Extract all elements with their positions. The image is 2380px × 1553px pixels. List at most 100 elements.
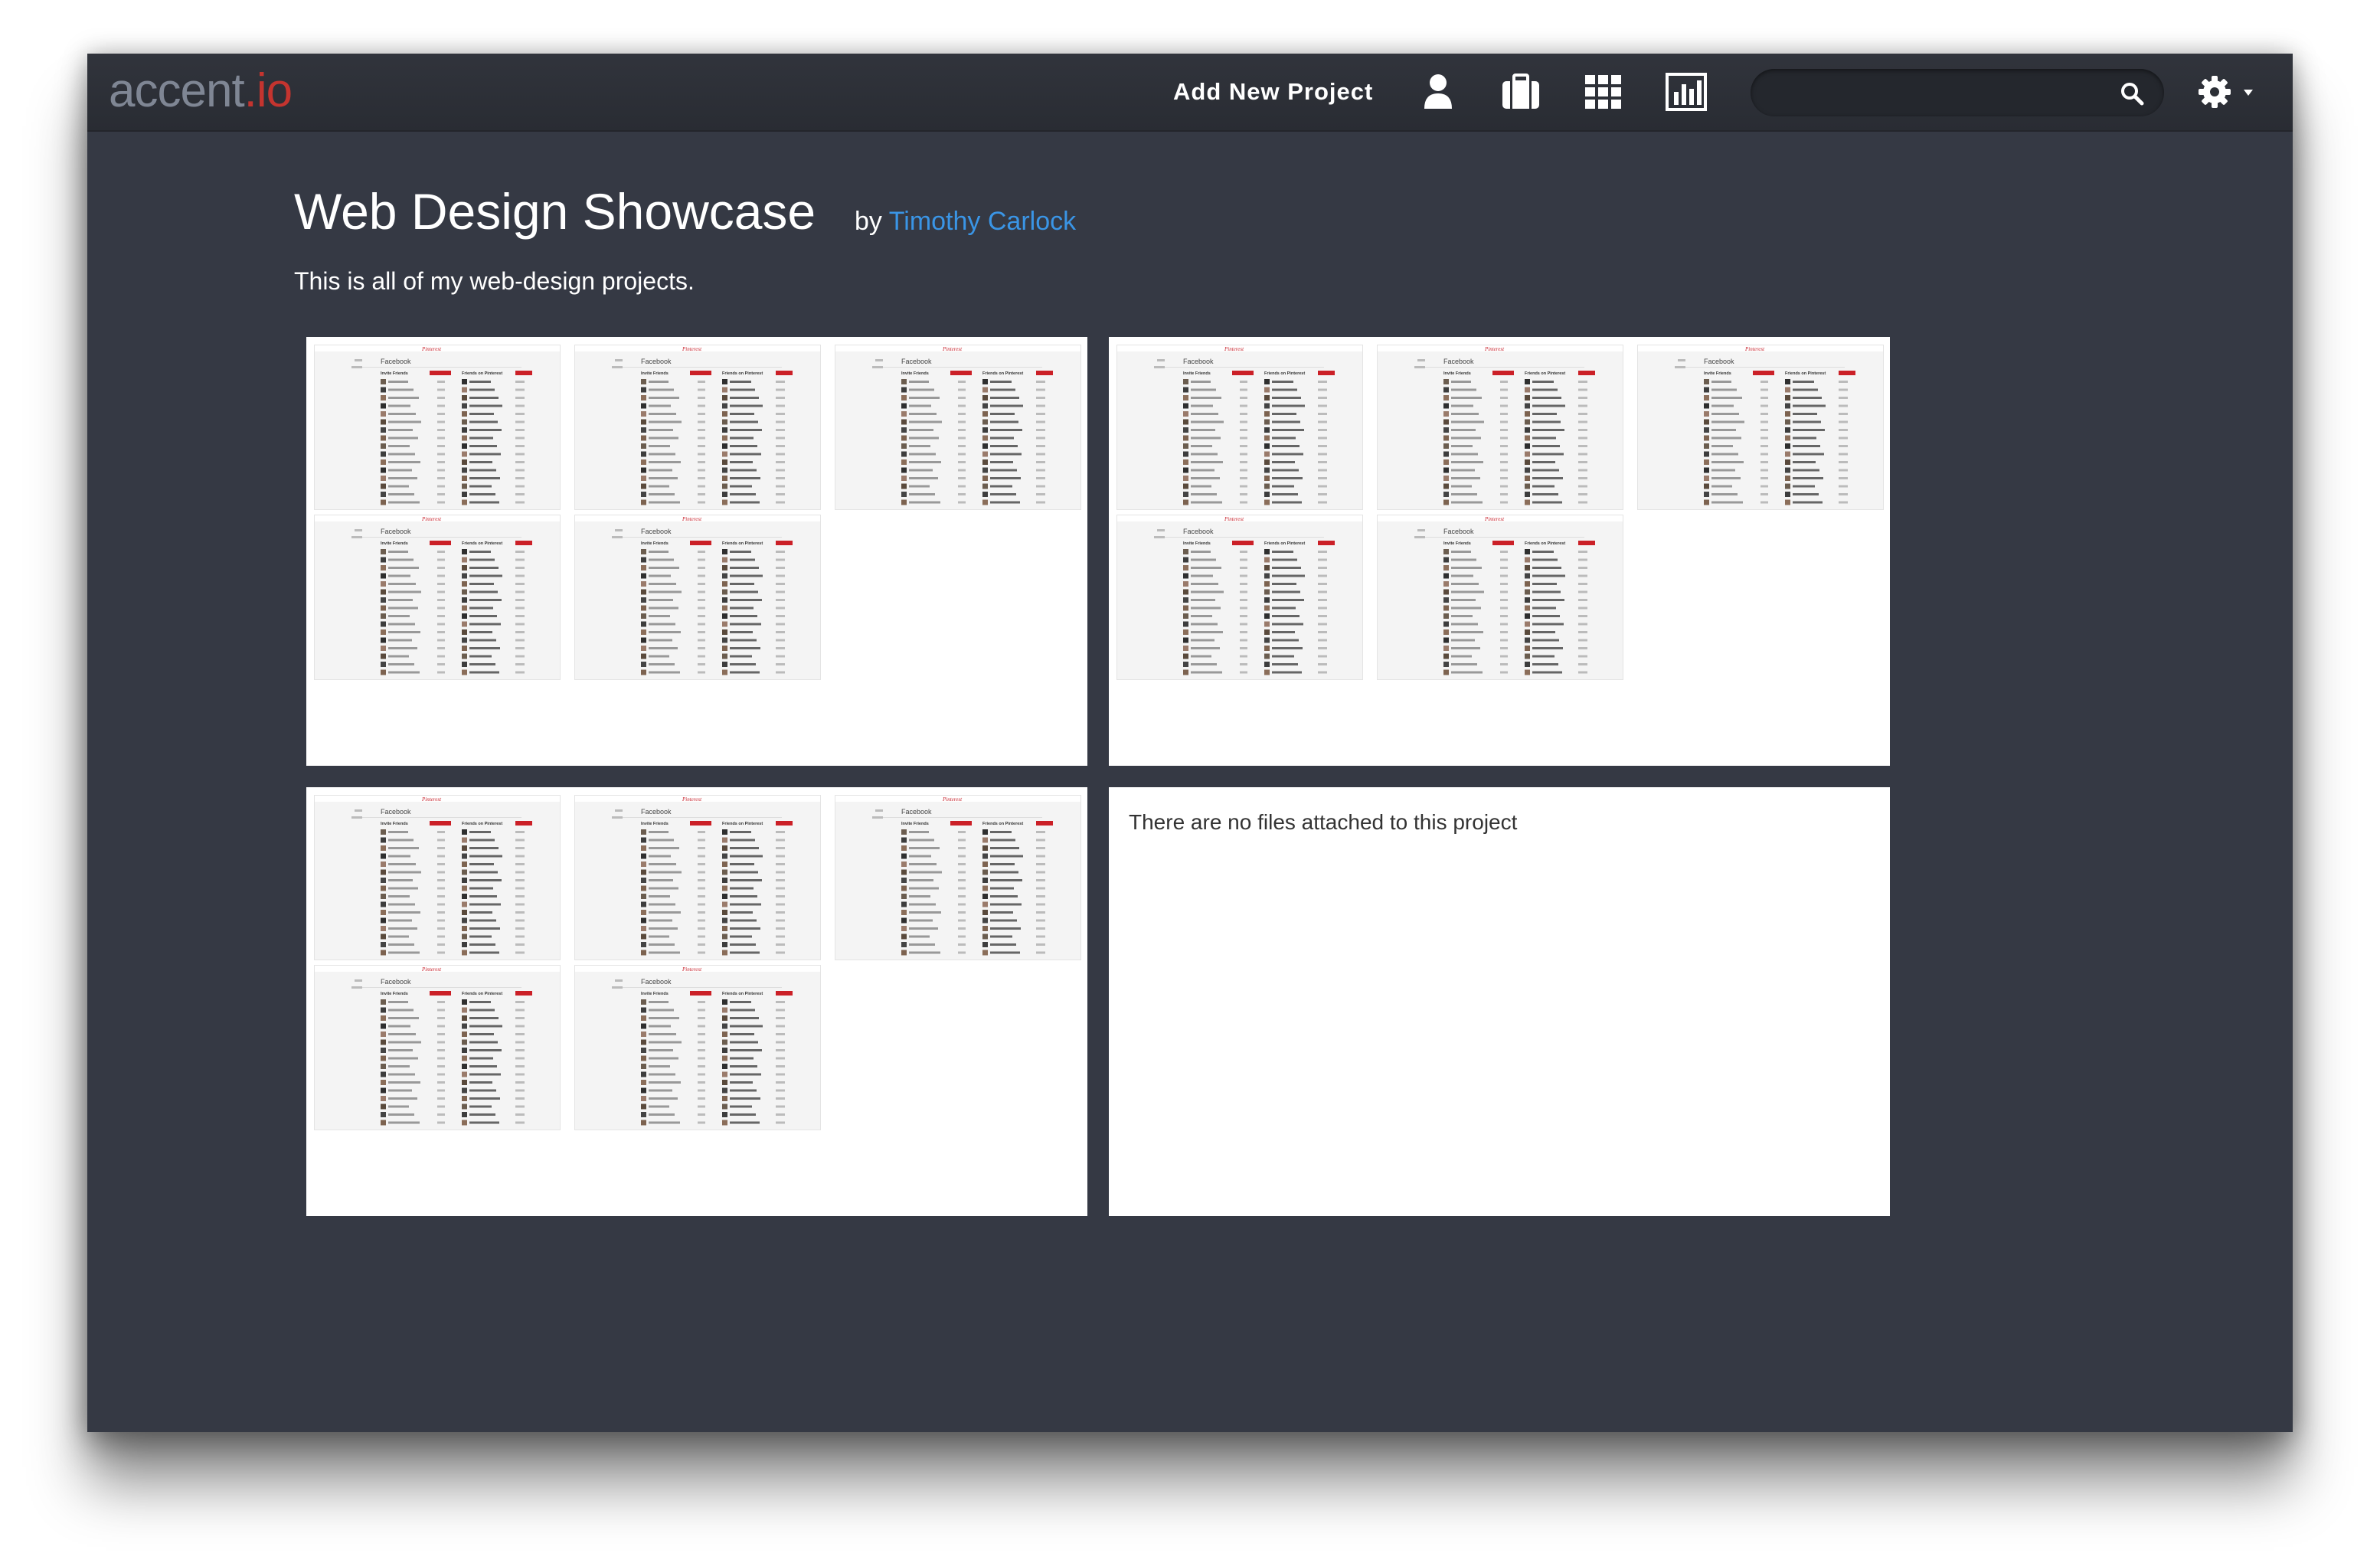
project-thumbnail[interactable]: Pinterest Facebook Invite Friends Friends o…	[314, 515, 561, 680]
project-thumbnail[interactable]: Pinterest Facebook Invite Friends Friends o…	[574, 345, 821, 510]
project-card-empty[interactable]: There are no files attached to this proj…	[1109, 787, 1890, 1216]
svg-text:Friends on Pinterest: Friends on Pinterest	[722, 371, 763, 376]
svg-text:Facebook: Facebook	[641, 358, 672, 365]
svg-text:Pinterest: Pinterest	[682, 346, 702, 352]
project-thumbnail[interactable]: Pinterest Facebook Invite Friends Friends o…	[314, 965, 561, 1130]
svg-text:Facebook: Facebook	[1704, 358, 1734, 365]
byline: by Timothy Carlock	[855, 204, 1076, 239]
svg-text:Invite Friends: Invite Friends	[381, 371, 408, 376]
svg-text:Invite Friends: Invite Friends	[1443, 541, 1471, 546]
project-thumbnail[interactable]: Pinterest Facebook Invite Friends Friends o…	[1116, 515, 1363, 680]
project-thumbnail[interactable]: Pinterest Facebook Invite Friends Friends o…	[835, 345, 1081, 510]
project-thumbnail[interactable]: Pinterest Facebook Invite Friends Friends o…	[574, 965, 821, 1130]
svg-text:Facebook: Facebook	[1183, 358, 1214, 365]
empty-project-message: There are no files attached to this proj…	[1129, 810, 1518, 834]
svg-text:Friends on Pinterest: Friends on Pinterest	[1264, 541, 1305, 546]
svg-text:Invite Friends: Invite Friends	[901, 371, 929, 376]
svg-text:Pinterest: Pinterest	[421, 516, 442, 522]
svg-text:Pinterest: Pinterest	[1224, 346, 1244, 352]
svg-text:Pinterest: Pinterest	[942, 346, 963, 352]
svg-text:Facebook: Facebook	[381, 808, 411, 816]
svg-text:Invite Friends: Invite Friends	[641, 992, 669, 996]
svg-text:Invite Friends: Invite Friends	[641, 371, 669, 376]
project-thumbnail[interactable]: Pinterest Facebook Invite Friends Friends o…	[314, 345, 561, 510]
svg-text:Invite Friends: Invite Friends	[641, 541, 669, 546]
svg-text:Invite Friends: Invite Friends	[381, 992, 408, 996]
briefcase-icon[interactable]	[1499, 72, 1542, 112]
svg-text:Friends on Pinterest: Friends on Pinterest	[1785, 371, 1826, 376]
project-thumbnail[interactable]: Pinterest Facebook Invite Friends Friends o…	[1637, 345, 1884, 510]
logo[interactable]: accent.io	[109, 64, 293, 117]
page-description: This is all of my web-design projects.	[294, 267, 695, 295]
logo-tld: .io	[244, 64, 293, 117]
svg-text:Pinterest: Pinterest	[421, 966, 442, 973]
byline-prefix: by	[855, 207, 882, 236]
add-new-project-link[interactable]: Add New Project	[1173, 77, 1373, 107]
svg-text:Facebook: Facebook	[901, 808, 932, 816]
project-thumbnail[interactable]: Pinterest Facebook Invite Friends Friends o…	[574, 515, 821, 680]
user-icon[interactable]	[1417, 72, 1460, 112]
page-title: Web Design Showcase	[294, 183, 816, 240]
svg-text:Friends on Pinterest: Friends on Pinterest	[722, 822, 763, 826]
project-thumbnail[interactable]: Pinterest Facebook Invite Friends Friends o…	[1116, 345, 1363, 510]
svg-text:Facebook: Facebook	[1443, 528, 1474, 535]
svg-text:Pinterest: Pinterest	[421, 346, 442, 352]
project-thumbnail[interactable]: Pinterest Facebook Invite Friends Friends o…	[1377, 515, 1623, 680]
app-window: accent.io Add New Project Web Design Sho…	[87, 54, 2293, 1432]
svg-text:Friends on Pinterest: Friends on Pinterest	[462, 371, 502, 376]
svg-text:Pinterest: Pinterest	[1484, 516, 1505, 522]
svg-text:Pinterest: Pinterest	[682, 966, 702, 973]
svg-text:Friends on Pinterest: Friends on Pinterest	[462, 822, 502, 826]
svg-text:Friends on Pinterest: Friends on Pinterest	[982, 371, 1023, 376]
svg-text:Pinterest: Pinterest	[1484, 346, 1505, 352]
settings-menu[interactable]	[2196, 72, 2261, 112]
svg-text:Friends on Pinterest: Friends on Pinterest	[462, 541, 502, 546]
svg-text:Invite Friends: Invite Friends	[1183, 371, 1211, 376]
svg-text:Facebook: Facebook	[641, 528, 672, 535]
svg-text:Invite Friends: Invite Friends	[1704, 371, 1731, 376]
project-thumbnail[interactable]: Pinterest Facebook Invite Friends Friends o…	[314, 795, 561, 960]
svg-text:Friends on Pinterest: Friends on Pinterest	[1264, 371, 1305, 376]
svg-text:Friends on Pinterest: Friends on Pinterest	[982, 822, 1023, 826]
svg-text:Invite Friends: Invite Friends	[901, 822, 929, 826]
chart-icon[interactable]	[1665, 72, 1708, 112]
svg-text:Pinterest: Pinterest	[682, 516, 702, 522]
svg-text:Friends on Pinterest: Friends on Pinterest	[722, 541, 763, 546]
project-thumbnail[interactable]: Pinterest Facebook Invite Friends Friends o…	[574, 795, 821, 960]
project-thumbnail[interactable]: Pinterest Facebook Invite Friends Friends o…	[835, 795, 1081, 960]
svg-text:Invite Friends: Invite Friends	[641, 822, 669, 826]
svg-text:Friends on Pinterest: Friends on Pinterest	[1525, 371, 1565, 376]
svg-text:Friends on Pinterest: Friends on Pinterest	[462, 992, 502, 996]
search-box	[1751, 69, 2164, 116]
project-thumbnail[interactable]: Pinterest Facebook Invite Friends Friends o…	[1377, 345, 1623, 510]
project-card[interactable]: Pinterest Facebook Invite Friends Friends o…	[1109, 337, 1890, 766]
svg-text:Facebook: Facebook	[901, 358, 932, 365]
top-navbar: accent.io Add New Project	[87, 54, 2293, 132]
gear-icon	[2199, 76, 2253, 108]
svg-text:Facebook: Facebook	[381, 528, 411, 535]
svg-text:Invite Friends: Invite Friends	[381, 541, 408, 546]
svg-text:Facebook: Facebook	[381, 978, 411, 986]
grid-icon[interactable]	[1582, 72, 1625, 112]
svg-text:Facebook: Facebook	[1443, 358, 1474, 365]
chevron-down-icon	[2244, 90, 2253, 96]
svg-text:Facebook: Facebook	[1183, 528, 1214, 535]
svg-text:Friends on Pinterest: Friends on Pinterest	[722, 992, 763, 996]
svg-text:Facebook: Facebook	[381, 358, 411, 365]
search-icon[interactable]	[2120, 81, 2144, 106]
svg-text:Pinterest: Pinterest	[1224, 516, 1244, 522]
project-card[interactable]: Pinterest Facebook Invite Friends Friends o…	[306, 337, 1087, 766]
svg-text:Facebook: Facebook	[641, 978, 672, 986]
svg-text:Pinterest: Pinterest	[1744, 346, 1765, 352]
project-card[interactable]: Pinterest Facebook Invite Friends Friends o…	[306, 787, 1087, 1216]
author-link[interactable]: Timothy Carlock	[889, 207, 1076, 236]
svg-text:Friends on Pinterest: Friends on Pinterest	[1525, 541, 1565, 546]
svg-text:Invite Friends: Invite Friends	[381, 822, 408, 826]
svg-text:Pinterest: Pinterest	[942, 796, 963, 803]
svg-text:Pinterest: Pinterest	[421, 796, 442, 803]
svg-text:Facebook: Facebook	[641, 808, 672, 816]
svg-text:Invite Friends: Invite Friends	[1183, 541, 1211, 546]
svg-text:Invite Friends: Invite Friends	[1443, 371, 1471, 376]
svg-text:Pinterest: Pinterest	[682, 796, 702, 803]
search-input[interactable]	[1769, 75, 2109, 112]
